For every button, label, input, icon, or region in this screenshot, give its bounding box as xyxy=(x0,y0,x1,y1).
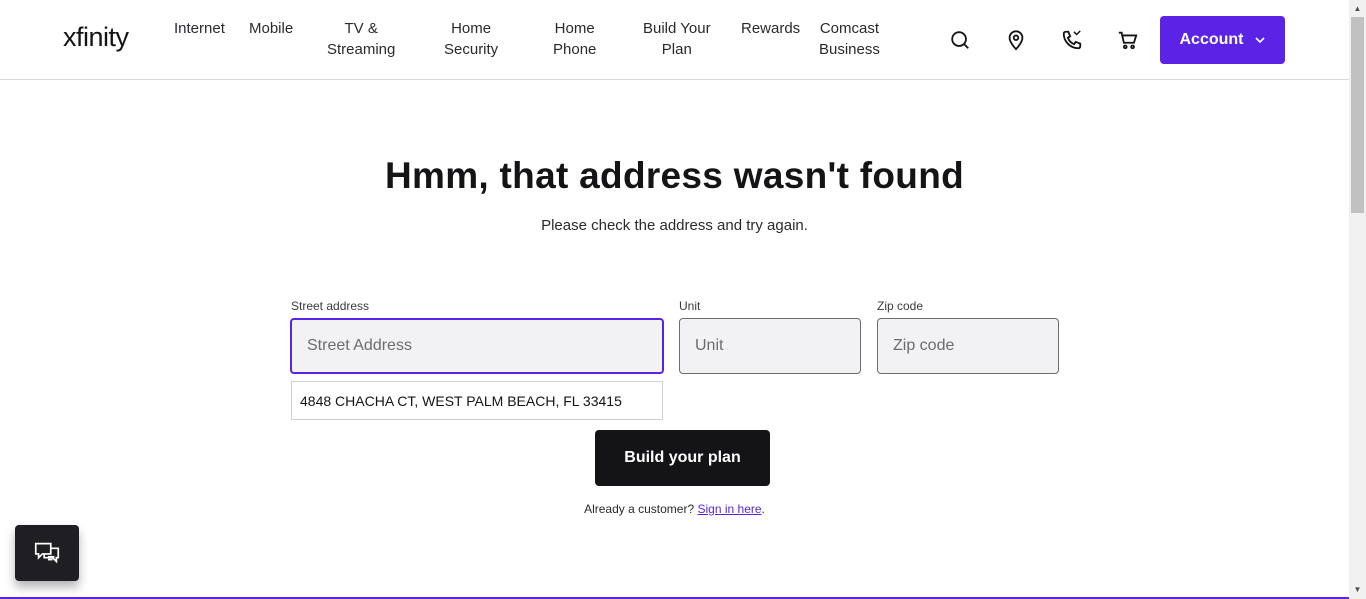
nav-comcast-business[interactable]: Comcast Business xyxy=(819,18,880,60)
nav-mobile[interactable]: Mobile xyxy=(249,18,293,39)
street-address-label: Street address xyxy=(291,299,370,313)
scroll-down-arrow-icon[interactable]: ▼ xyxy=(1349,585,1366,595)
nav-rewards[interactable]: Rewards xyxy=(741,18,800,39)
nav-internet[interactable]: Internet xyxy=(174,18,225,39)
account-button[interactable]: Account xyxy=(1160,16,1285,64)
nav-home-phone[interactable]: Home Phone xyxy=(553,18,596,60)
page: xfinity Internet Mobile TV & Streaming H… xyxy=(0,0,1349,599)
chevron-down-icon xyxy=(1254,37,1265,44)
scroll-thumb[interactable] xyxy=(1351,17,1364,213)
location-pin-icon[interactable] xyxy=(1003,27,1029,53)
sign-in-link[interactable]: Sign in here xyxy=(698,502,762,516)
zip-code-input[interactable] xyxy=(877,318,1059,374)
chat-icon xyxy=(34,542,60,564)
customer-text: Already a customer? xyxy=(584,502,695,516)
xfinity-logo[interactable]: xfinity xyxy=(63,22,129,53)
address-suggestion[interactable]: 4848 CHACHA CT, WEST PALM BEACH, FL 3341… xyxy=(291,381,663,420)
customer-sign-in-line: Already a customer? Sign in here. xyxy=(0,502,1349,516)
unit-input[interactable] xyxy=(679,318,861,374)
customer-suffix: . xyxy=(761,502,765,516)
street-address-input[interactable] xyxy=(290,318,664,374)
site-header: xfinity Internet Mobile TV & Streaming H… xyxy=(0,0,1349,80)
zip-code-label: Zip code xyxy=(877,299,924,313)
account-label: Account xyxy=(1179,31,1244,48)
scroll-up-arrow-icon[interactable]: ▲ xyxy=(1349,4,1366,14)
build-your-plan-button[interactable]: Build your plan xyxy=(595,430,770,486)
nav-tv-streaming[interactable]: TV & Streaming xyxy=(327,18,395,60)
vertical-scrollbar[interactable]: ▲ ▼ xyxy=(1349,0,1366,599)
page-subtitle: Please check the address and try again. xyxy=(541,217,808,234)
cart-icon[interactable] xyxy=(1115,27,1141,53)
chat-button[interactable] xyxy=(15,525,79,581)
page-title: Hmm, that address wasn't found xyxy=(384,155,965,196)
nav-home-security[interactable]: Home Security xyxy=(444,18,498,60)
unit-label: Unit xyxy=(679,299,701,313)
phone-icon[interactable] xyxy=(1059,27,1085,53)
search-icon[interactable] xyxy=(947,27,973,53)
nav-build-your-plan[interactable]: Build Your Plan xyxy=(643,18,711,60)
